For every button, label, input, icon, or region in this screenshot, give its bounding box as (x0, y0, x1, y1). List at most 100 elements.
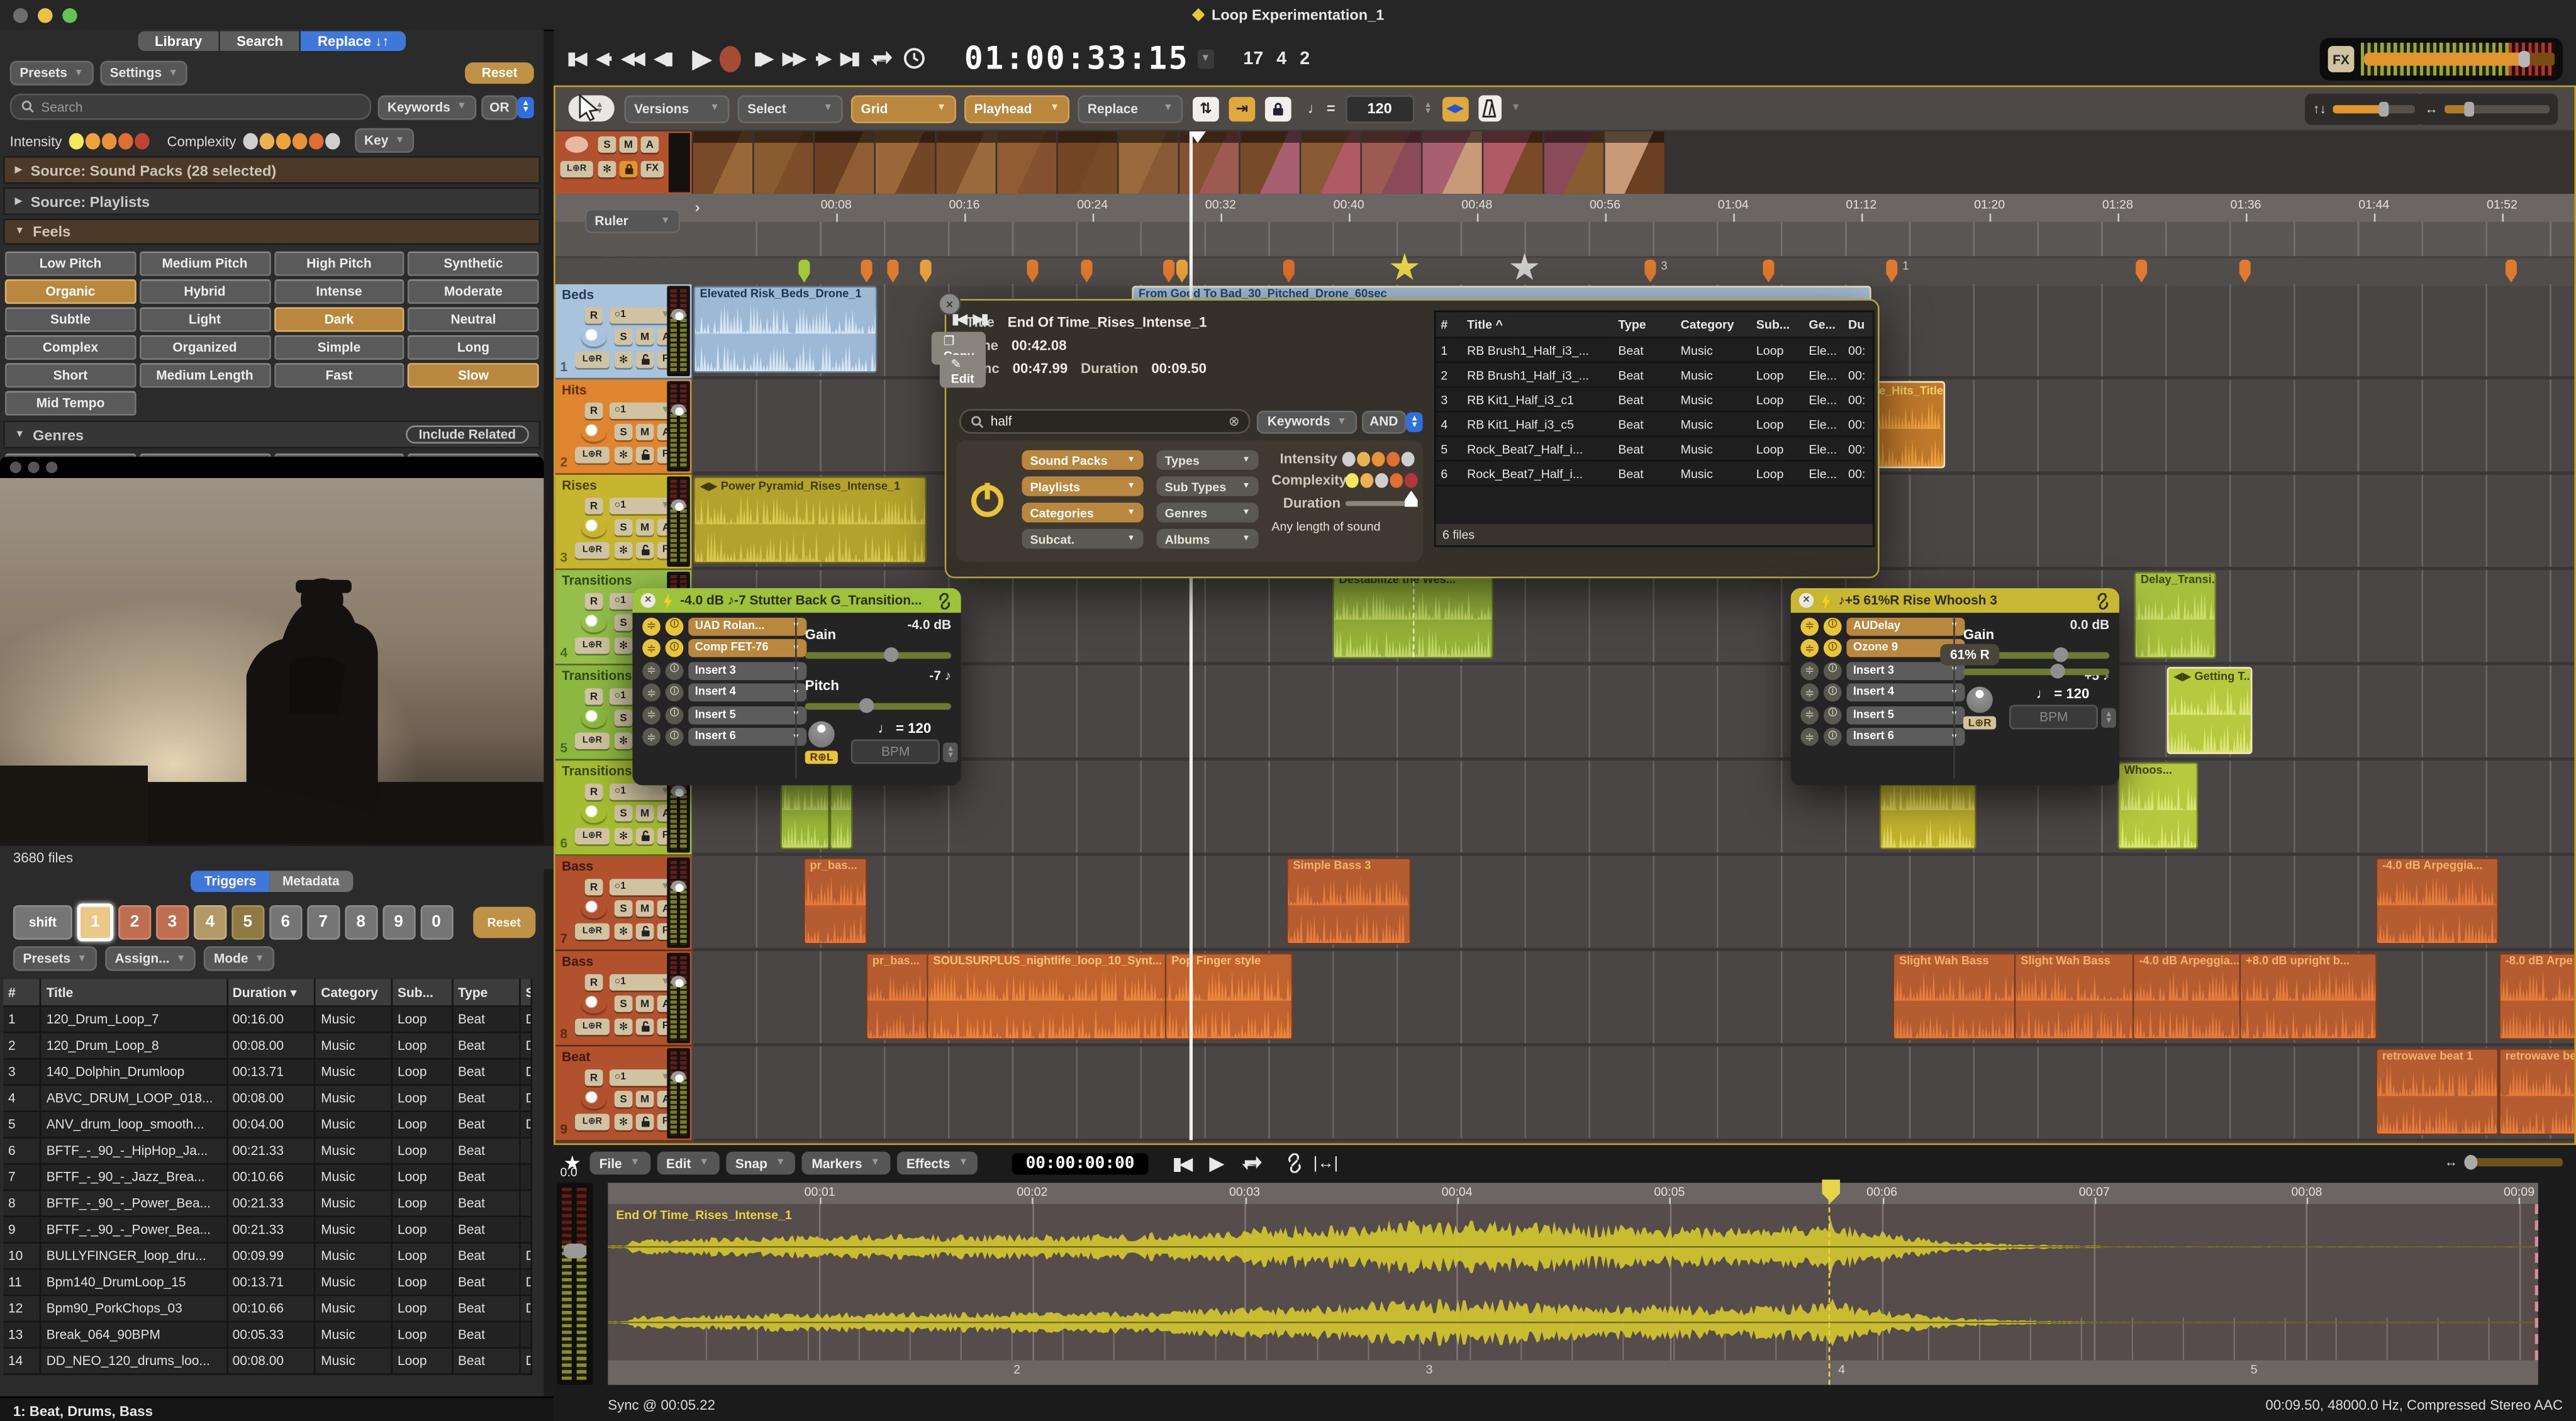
table-row[interactable]: 9BFTF_-_90_-_Power_Bea...00:21.33MusicLo… (3, 1217, 532, 1244)
feel-long[interactable]: Long (408, 335, 538, 360)
mute-button[interactable]: M (636, 328, 654, 345)
trigger-key-6[interactable]: 6 (269, 905, 302, 940)
bank-dropdown[interactable]: ○1▼ (610, 307, 675, 323)
track-lane[interactable]: ◀▶ Getting T... (693, 666, 2574, 761)
pan-mode-button[interactable]: L⊕R (575, 447, 610, 463)
dialog-keywords-dropdown[interactable]: Keywords▼ (1257, 410, 1356, 433)
solo-button[interactable]: S (615, 615, 633, 631)
track-lane[interactable]: ♪+5 61%R Ris...Whoos... (693, 761, 2574, 855)
dialog-table-row[interactable]: 4RB Kit1_Half_i3_c5BeatMusicLoopEle...00… (1436, 413, 1873, 437)
pitch-slider[interactable] (805, 703, 951, 710)
editor-fit-icon[interactable]: |↔| (1313, 1154, 1339, 1173)
vertical-zoom-control[interactable]: ↑↓ (2305, 94, 2423, 125)
clip[interactable]: pr_bas... (803, 857, 867, 944)
fx-slot[interactable]: Insert 3▼ (688, 661, 806, 679)
intensity-dot[interactable] (85, 132, 100, 148)
mute-button[interactable]: M (636, 900, 654, 917)
dialog-duration-slider[interactable] (1346, 500, 1416, 505)
video-freeze-button[interactable]: ✻ (598, 161, 616, 177)
fx-slot[interactable]: Insert 6▼ (688, 728, 806, 746)
link-icon[interactable] (937, 592, 953, 608)
fx-slot[interactable]: Insert 5▼ (688, 706, 806, 724)
loop-icon[interactable] (869, 48, 893, 69)
mute-button[interactable]: M (636, 519, 654, 535)
marker-flag[interactable] (2506, 260, 2517, 283)
mute-button[interactable]: M (636, 424, 654, 440)
marker-flag[interactable] (1763, 260, 1774, 283)
fx-slot-settings-icon[interactable]: ≑ (1800, 706, 1819, 724)
track-meter[interactable] (667, 953, 690, 1044)
dialog-intensity-dot[interactable] (1372, 451, 1385, 466)
fx-slot-power-icon[interactable]: ⏼ (1824, 617, 1842, 635)
feel-intense[interactable]: Intense (274, 279, 404, 304)
feel-moderate[interactable]: Moderate (408, 279, 538, 304)
ruler-dropdown[interactable]: Ruler▼ (585, 209, 680, 233)
dialog-table-row[interactable]: 5Rock_Beat7_Half_i...BeatMusicLoopEle...… (1436, 437, 1873, 462)
browser-tab-replace[interactable]: Replace ↓↑ (301, 31, 406, 51)
complexity-dot[interactable] (243, 132, 258, 148)
bank-dropdown[interactable]: ○1▼ (610, 784, 675, 800)
feel-organic[interactable]: Organic (5, 279, 136, 304)
pan-mode-button[interactable]: L⊕R (575, 1114, 610, 1130)
pan-knob[interactable] (582, 805, 606, 823)
clip[interactable]: Pop Finger style (1165, 953, 1293, 1040)
editor-loop-icon[interactable] (1241, 1153, 1264, 1173)
prev-marker-button[interactable]: ◀▪ (596, 48, 610, 69)
browser-tab-library[interactable]: Library (138, 31, 219, 51)
trigger-key-8[interactable]: 8 (345, 905, 377, 940)
skip-end-button[interactable]: ▶▮ (840, 48, 857, 69)
feel-mid-tempo[interactable]: Mid Tempo (5, 391, 136, 416)
complexity-dot[interactable] (276, 132, 291, 148)
lock-button[interactable] (636, 542, 654, 559)
play-button[interactable]: ▶ (692, 42, 709, 75)
fx-slot-power-icon[interactable]: ⏼ (666, 683, 684, 701)
pan-mode-button[interactable]: L⊕R (575, 352, 610, 368)
video-pan-knob[interactable] (565, 137, 588, 153)
feels-header[interactable]: ▼Feels (3, 218, 540, 245)
marker-flag[interactable] (1176, 260, 1188, 283)
clip[interactable]: Elevated Risk_Beds_Drone_1 (693, 286, 877, 372)
mute-button[interactable]: M (636, 805, 654, 822)
next-clip-button[interactable]: ▶▮ (973, 311, 986, 329)
pan-knob[interactable] (582, 996, 606, 1014)
fx-slot-power-icon[interactable]: ⏼ (666, 706, 684, 724)
versions-dropdown[interactable]: Versions▼ (624, 94, 729, 122)
fx-slot[interactable]: Insert 5▼ (1846, 706, 1965, 724)
record-button[interactable] (719, 45, 740, 72)
dialog-intensity-dot[interactable] (1402, 451, 1415, 466)
timeline-ruler[interactable]: Ruler▼ › 00:0800:1600:2400:3200:4000:480… (555, 194, 2575, 223)
table-row[interactable]: 5ANV_drum_loop_smooth...00:04.00MusicLoo… (3, 1112, 532, 1139)
reset-button[interactable]: Reset (466, 62, 534, 84)
freeze-button[interactable]: ✻ (615, 637, 633, 654)
fx-slot-settings-icon[interactable]: ≑ (642, 617, 661, 635)
track-lane[interactable]: pr_bas...SOULSURPLUS_nightlife_loop_10_S… (693, 951, 2574, 1046)
solo-button[interactable]: S (615, 710, 633, 726)
skip-start-button[interactable]: ▮◀ (567, 48, 584, 69)
complexity-dot[interactable] (325, 132, 340, 148)
fx-slot-power-icon[interactable]: ⏼ (1824, 706, 1842, 724)
bank-dropdown[interactable]: ○1▼ (610, 1069, 675, 1086)
feel-medium-length[interactable]: Medium Length (139, 363, 270, 387)
clip[interactable]: Whoos... (2117, 762, 2198, 849)
lock-button[interactable] (636, 1114, 654, 1130)
record-arm-button[interactable]: R (585, 784, 603, 800)
freeze-button[interactable]: ✻ (615, 352, 633, 368)
fx-slot-settings-icon[interactable]: ≑ (642, 683, 661, 701)
clip[interactable]: Delay_Transi... (2134, 572, 2216, 659)
marker-flag[interactable] (861, 260, 872, 283)
preview-close-button[interactable] (10, 462, 21, 473)
dialog-bool-stepper[interactable]: ▲▼ (1407, 411, 1423, 431)
table-row[interactable]: 2120_Drum_Loop_800:08.00MusicLoopBeatD (3, 1034, 532, 1060)
intensity-dot[interactable] (118, 132, 133, 148)
bank-dropdown[interactable]: ○1▼ (610, 403, 675, 419)
marker-flag[interactable] (1644, 260, 1656, 283)
feel-simple[interactable]: Simple (274, 335, 404, 360)
trigger-key-9[interactable]: 9 (382, 905, 415, 940)
clip[interactable]: +8.0 dB upright b... (2239, 953, 2377, 1040)
solo-button[interactable]: S (615, 328, 633, 345)
video-fx-button[interactable]: FX (641, 161, 664, 177)
horizontal-zoom-control[interactable]: ↔ (2417, 94, 2558, 125)
star-marker[interactable] (1390, 253, 1419, 282)
track-header[interactable]: HitsR○1▼SMAL⊕R✻FX2 (555, 379, 692, 474)
video-mute-button[interactable]: M (620, 137, 638, 153)
